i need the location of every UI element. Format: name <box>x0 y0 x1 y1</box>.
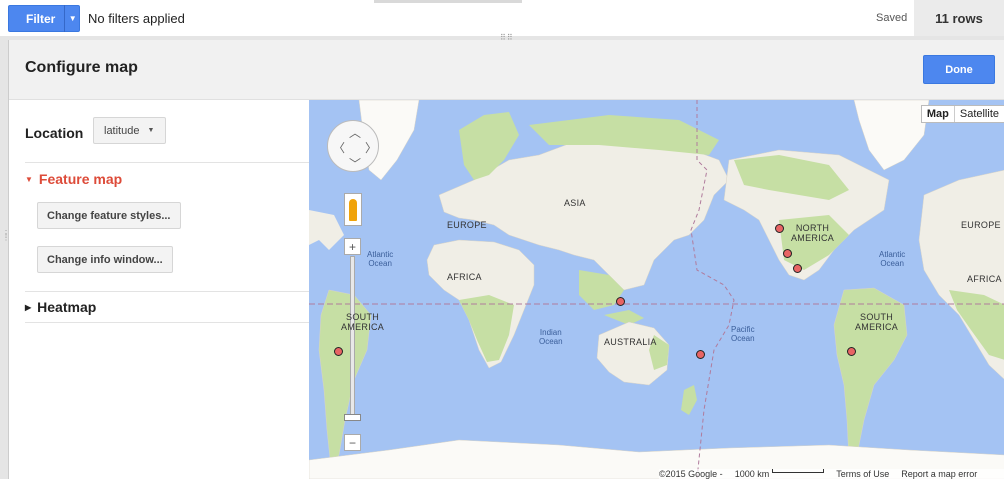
map-label-indian-ocean: Indian Ocean <box>539 328 563 346</box>
row-count: 11 rows <box>914 0 1004 36</box>
map-scale-label: 1000 km <box>734 469 770 479</box>
change-feature-styles-button[interactable]: Change feature styles... <box>37 202 181 229</box>
filter-button-label: Filter <box>26 11 56 26</box>
zoom-slider-handle[interactable] <box>344 414 361 421</box>
map-attribution: ©2015 Google - 1000 km Terms of Use Repo… <box>659 469 1004 479</box>
feature-map-label: Feature map <box>38 171 123 187</box>
pegman-figure <box>349 198 357 221</box>
arrow-right-icon[interactable]: 〉 <box>365 139 377 156</box>
done-button[interactable]: Done <box>923 55 995 84</box>
feature-map-toggle[interactable]: ▼ Feature map <box>25 171 122 187</box>
top-divider <box>374 0 522 3</box>
saved-indicator: Saved <box>876 12 908 24</box>
map-marker[interactable] <box>783 249 792 258</box>
arrow-left-icon[interactable]: 〈 <box>333 139 345 156</box>
map-label-atlantic-ocean-right: Atlantic Ocean <box>879 250 906 268</box>
chevron-down-icon: ▼ <box>147 127 155 134</box>
map-label-pacific-ocean: Pacific Ocean <box>731 325 755 343</box>
zoom-in-button[interactable]: + <box>344 238 361 255</box>
map-label-north-america: NORTH AMERICA <box>791 223 835 243</box>
map-canvas[interactable]: Map Satellite ︿ ﹀ 〈 〉 + − ASIA EUROPE AF… <box>309 100 1004 479</box>
divider <box>25 291 309 292</box>
map-marker[interactable] <box>847 347 856 356</box>
arrow-down-icon[interactable]: ﹀ <box>349 155 361 172</box>
zoom-out-button[interactable]: − <box>344 434 361 451</box>
location-label: Location <box>25 125 84 141</box>
world-map-graphic <box>309 100 1004 479</box>
map-label-atlantic-ocean: Atlantic Ocean <box>367 250 394 268</box>
filter-status: No filters applied <box>88 11 185 26</box>
options-panel: Location latitude ▼ ▼ Feature map Change… <box>9 100 309 479</box>
terms-of-use-link[interactable]: Terms of Use <box>836 469 889 479</box>
report-map-error-link[interactable]: Report a map error <box>901 469 977 479</box>
map-type-control: Map Satellite <box>920 105 1004 123</box>
divider <box>25 322 309 323</box>
map-marker[interactable] <box>793 264 802 273</box>
map-label-australia: AUSTRALIA <box>604 337 657 347</box>
dialog-header: Configure map Done <box>9 40 1004 100</box>
arrow-up-icon[interactable]: ︿ <box>349 124 361 141</box>
chevron-down-icon[interactable]: ▼ <box>65 14 80 23</box>
map-marker[interactable] <box>696 350 705 359</box>
map-type-satellite-button[interactable]: Satellite <box>955 106 1004 122</box>
caret-down-icon: ▼ <box>25 174 33 184</box>
map-marker[interactable] <box>616 297 625 306</box>
map-label-asia: ASIA <box>564 198 586 208</box>
location-select[interactable]: latitude ▼ <box>93 117 166 144</box>
map-label-africa-right: AFRICA <box>967 274 1002 284</box>
map-marker[interactable] <box>775 224 784 233</box>
heatmap-label: Heatmap <box>37 299 97 315</box>
zoom-slider-track[interactable] <box>350 256 355 421</box>
change-info-window-button[interactable]: Change info window... <box>37 246 173 273</box>
map-label-south-america-right: SOUTH AMERICA <box>855 312 899 332</box>
dialog-title: Configure map <box>25 59 138 76</box>
configure-map-dialog: Configure map Done Location latitude ▼ ▼… <box>8 40 1004 479</box>
map-type-map-button[interactable]: Map <box>922 106 955 122</box>
filter-bar: Filter ▼ No filters applied Saved 11 row… <box>0 0 1004 42</box>
caret-right-icon: ▶ <box>25 302 32 312</box>
map-label-europe-right: EUROPE <box>961 220 1001 230</box>
map-scale-bar <box>772 469 825 473</box>
pan-control[interactable]: ︿ ﹀ 〈 〉 <box>327 120 379 172</box>
map-marker[interactable] <box>334 347 343 356</box>
map-label-south-america-left: SOUTH AMERICA <box>341 312 385 332</box>
divider <box>25 162 309 163</box>
heatmap-toggle[interactable]: ▶ Heatmap <box>25 299 96 315</box>
street-view-pegman-icon[interactable] <box>344 193 362 226</box>
map-label-africa: AFRICA <box>447 272 482 282</box>
map-copyright: ©2015 Google - <box>659 469 723 479</box>
location-select-value: latitude <box>104 124 140 137</box>
map-label-europe: EUROPE <box>447 220 487 230</box>
filter-button[interactable]: Filter ▼ <box>8 5 80 32</box>
